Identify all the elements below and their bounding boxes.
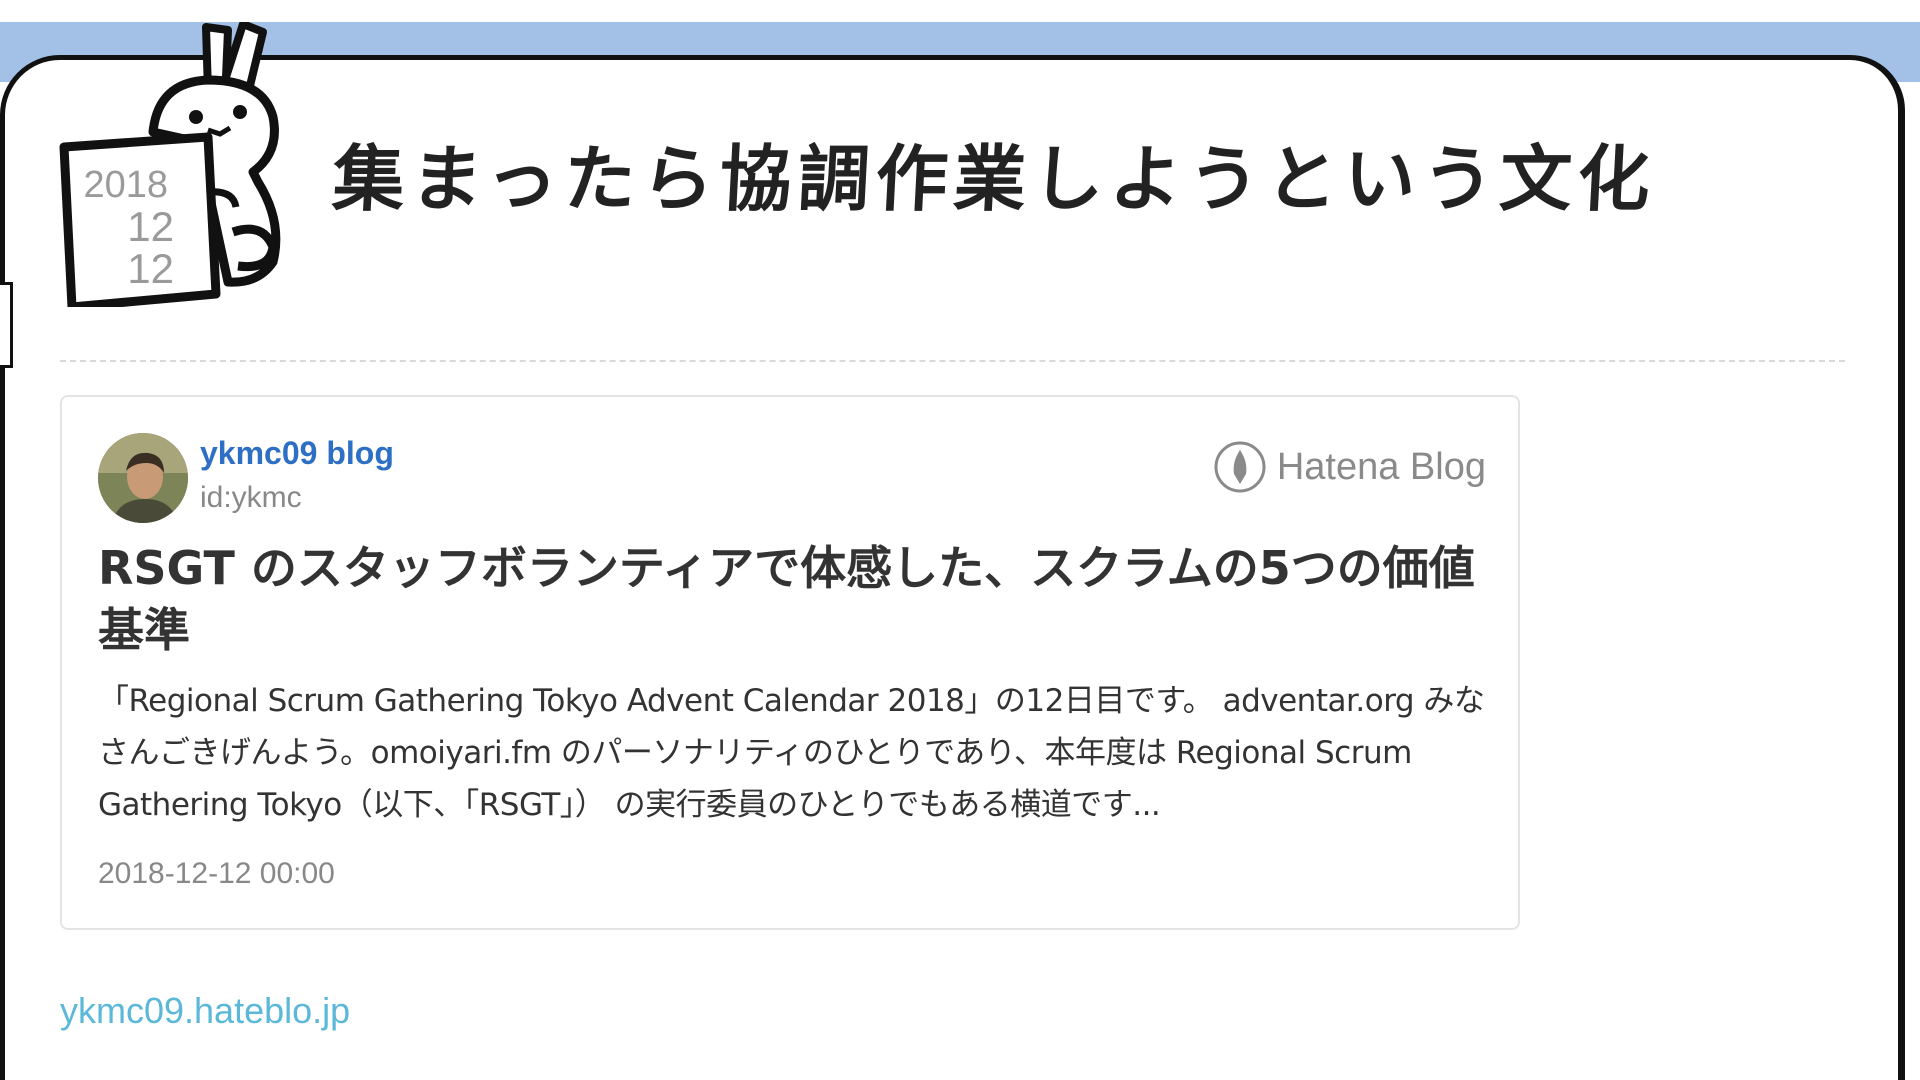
hatena-pen-icon xyxy=(1214,441,1266,493)
article-date: 2018-12-12 00:00 xyxy=(98,857,335,890)
blog-embed-card[interactable]: ykmc09 blog id:ykmc Hatena Blog RSGT のスタ… xyxy=(60,395,1520,930)
calendar-month: 12 xyxy=(127,203,174,250)
hatena-blog-logo[interactable]: Hatena Blog xyxy=(1213,437,1486,497)
calendar-year: 2018 xyxy=(83,164,168,206)
author-avatar[interactable] xyxy=(98,433,188,523)
page: 2018 12 12 集まったら協調作業しようという文化 ykmc09 blog… xyxy=(0,0,1920,1080)
author-id: id:ykmc xyxy=(200,481,302,514)
section-divider xyxy=(60,360,1845,362)
avatar-photo xyxy=(98,433,188,523)
calendar-day: 12 xyxy=(127,245,174,292)
article-excerpt: 「Regional Scrum Gathering Tokyo Advent C… xyxy=(98,683,1485,823)
source-link[interactable]: ykmc09.hateblo.jp xyxy=(60,990,350,1032)
page-title: 集まったら協調作業しようという文化 xyxy=(330,137,1658,221)
article-title-link[interactable]: RSGT のスタッフボランティアで体感した、スクラムの5つの価値基準 xyxy=(98,537,1488,661)
blog-name-link[interactable]: ykmc09 blog xyxy=(200,435,394,472)
left-edge-tab[interactable] xyxy=(0,282,13,368)
hatena-blog-label: Hatena Blog xyxy=(1276,445,1486,488)
